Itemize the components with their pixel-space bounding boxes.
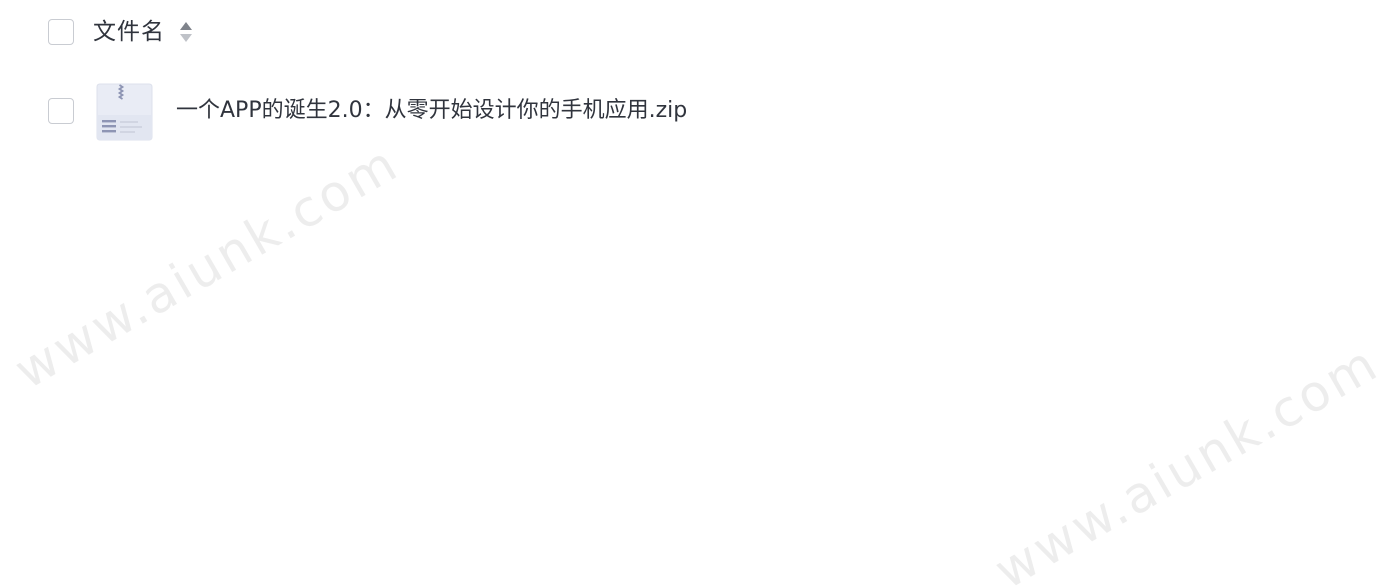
file-name-link[interactable]: 一个APP的诞生2.0：从零开始设计你的手机应用.zip [176, 96, 687, 126]
watermark-text: www.aiunk.com [5, 133, 409, 401]
select-all-checkbox[interactable] [48, 19, 74, 45]
file-row[interactable]: 一个APP的诞生2.0：从零开始设计你的手机应用.zip [0, 78, 1384, 146]
filename-column-header[interactable]: 文件名 [93, 17, 165, 47]
file-list-header: 文件名 [0, 0, 1384, 66]
file-row-checkbox[interactable] [48, 98, 74, 124]
watermark-text: www.aiunk.com [985, 333, 1384, 588]
zip-file-icon [96, 83, 153, 141]
sort-icon[interactable] [179, 21, 193, 43]
